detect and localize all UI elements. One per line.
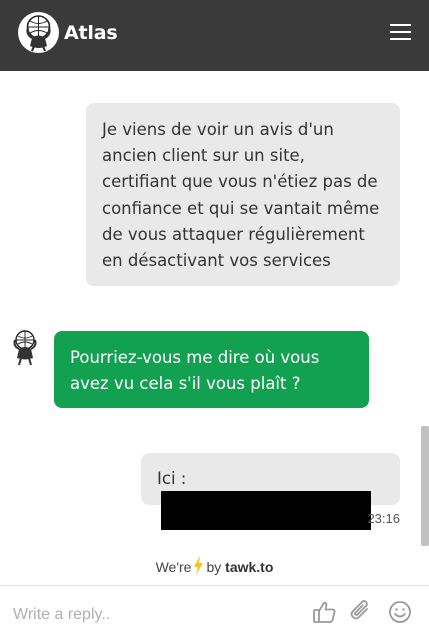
branding-by: by [206, 559, 222, 575]
reply-input[interactable] [11, 605, 275, 625]
tawkto-branding[interactable]: We're by tawk.to [0, 556, 429, 575]
message-list: Je viens de voir un avis d'un ancien cli… [0, 71, 429, 585]
message-text: Ici : [157, 469, 187, 488]
emoji-icon[interactable] [387, 599, 413, 625]
redacted-block [161, 491, 371, 531]
message-timestamp: 23:16 [367, 511, 400, 526]
hamburger-menu-icon[interactable] [390, 24, 411, 42]
branding-brand: tawk.to [225, 559, 274, 575]
thumbs-up-icon[interactable] [312, 599, 338, 625]
agent-avatar-icon [9, 328, 41, 366]
atlas-logo-icon [18, 12, 59, 53]
visitor-message: Je viens de voir un avis d'un ancien cli… [86, 103, 400, 286]
paperclip-icon[interactable] [348, 599, 374, 625]
chat-header: Atlas [0, 0, 429, 71]
branding-prefix: We're [155, 559, 192, 575]
scrollbar-thumb[interactable] [421, 426, 429, 546]
chat-title: Atlas [64, 22, 118, 44]
lightning-bolt-icon [194, 556, 204, 575]
agent-message: Pourriez-vous me dire où vous avez vu ce… [54, 331, 369, 408]
reply-composer [0, 585, 429, 644]
visitor-message-redacted: Ici : [141, 453, 400, 531]
